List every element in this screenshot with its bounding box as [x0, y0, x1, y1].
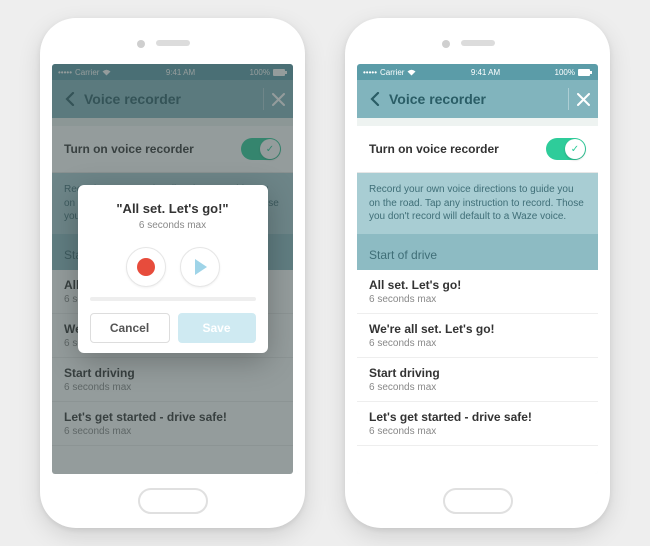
- section-header: Start of drive: [357, 234, 598, 270]
- screen-left: ••••• Carrier 9:41 AM 100% Voice recorde…: [52, 64, 293, 474]
- close-button[interactable]: [568, 88, 590, 110]
- signal-icon: •••••: [363, 68, 377, 77]
- list-item-sub: 6 seconds max: [369, 426, 586, 437]
- toggle-row: Turn on voice recorder ✓: [357, 126, 598, 173]
- list-item-title: We're all set. Let's go!: [369, 322, 586, 336]
- record-icon: [137, 258, 155, 276]
- speaker: [156, 40, 190, 46]
- voice-recorder-toggle[interactable]: ✓: [546, 138, 586, 160]
- wifi-icon: [407, 69, 416, 76]
- play-icon: [195, 259, 207, 275]
- list-item-sub: 6 seconds max: [369, 382, 586, 393]
- page-title: Voice recorder: [389, 91, 568, 107]
- close-icon: [577, 93, 590, 106]
- toggle-knob: ✓: [565, 139, 585, 159]
- home-button[interactable]: [443, 488, 513, 514]
- list-item[interactable]: All set. Let's go! 6 seconds max: [357, 270, 598, 314]
- record-modal: "All set. Let's go!" 6 seconds max Cance…: [78, 185, 268, 353]
- list-item-title: All set. Let's go!: [369, 278, 586, 292]
- clock-label: 9:41 AM: [471, 68, 500, 77]
- battery-label: 100%: [555, 68, 575, 77]
- info-text: Record your own voice directions to guid…: [357, 173, 598, 234]
- phone-right: ••••• Carrier 9:41 AM 100% Voice recorde…: [345, 18, 610, 528]
- modal-sub: 6 seconds max: [90, 220, 256, 231]
- home-button[interactable]: [138, 488, 208, 514]
- battery-icon: [578, 69, 592, 76]
- list-item-title: Let's get started - drive safe!: [369, 410, 586, 424]
- screen-right: ••••• Carrier 9:41 AM 100% Voice recorde…: [357, 64, 598, 474]
- chevron-left-icon: [370, 92, 380, 106]
- instruction-list: All set. Let's go! 6 seconds max We're a…: [357, 270, 598, 475]
- camera-dot: [442, 40, 450, 48]
- speaker: [461, 40, 495, 46]
- progress-bar[interactable]: [90, 297, 256, 301]
- nav-bar: Voice recorder: [357, 80, 598, 118]
- camera-dot: [137, 40, 145, 48]
- back-button[interactable]: [365, 89, 385, 109]
- list-item-sub: 6 seconds max: [369, 338, 586, 349]
- check-icon: ✓: [571, 144, 579, 155]
- list-item-title: Start driving: [369, 366, 586, 380]
- phone-left: ••••• Carrier 9:41 AM 100% Voice recorde…: [40, 18, 305, 528]
- save-button[interactable]: Save: [178, 313, 256, 343]
- list-item-sub: 6 seconds max: [369, 294, 586, 305]
- list-item[interactable]: Let's get started - drive safe! 6 second…: [357, 402, 598, 446]
- play-button[interactable]: [180, 247, 220, 287]
- status-bar: ••••• Carrier 9:41 AM 100%: [357, 64, 598, 80]
- list-item[interactable]: We're all set. Let's go! 6 seconds max: [357, 314, 598, 358]
- list-item[interactable]: Start driving 6 seconds max: [357, 358, 598, 402]
- toggle-label: Turn on voice recorder: [369, 142, 499, 156]
- record-button[interactable]: [126, 247, 166, 287]
- modal-title: "All set. Let's go!": [90, 201, 256, 216]
- cancel-button[interactable]: Cancel: [90, 313, 170, 343]
- carrier-label: Carrier: [380, 68, 404, 77]
